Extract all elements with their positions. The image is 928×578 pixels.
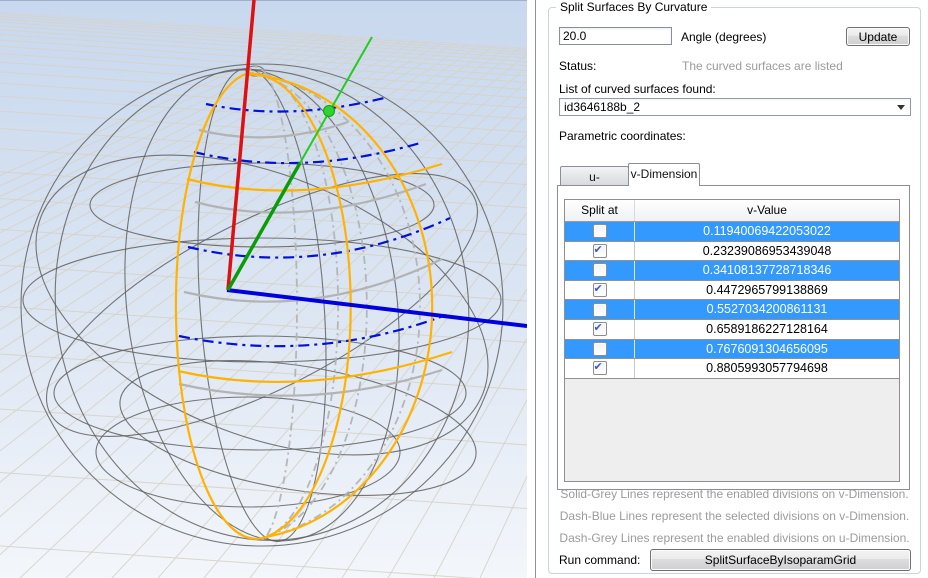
groupbox-title: Split Surfaces By Curvature — [556, 0, 711, 14]
v-value-cell: 0.7676091304656095 — [635, 340, 899, 359]
run-command-label: Run command: — [559, 553, 640, 567]
chevron-down-icon — [897, 105, 905, 110]
table-row[interactable]: 0.23239086953439048 — [565, 242, 899, 262]
table-row[interactable]: 0.4472965799138869 — [565, 281, 899, 301]
split-checkbox[interactable] — [593, 361, 607, 375]
split-checkbox[interactable] — [593, 224, 607, 238]
update-button[interactable]: Update — [846, 27, 910, 46]
run-command-button[interactable]: SplitSurfaceByIsoparamGrid — [650, 549, 911, 571]
viewport-3d[interactable] — [0, 0, 527, 578]
angle-input[interactable] — [559, 27, 672, 45]
split-checkbox[interactable] — [593, 244, 607, 258]
application-window: Split Surfaces By Curvature Angle (degre… — [0, 0, 928, 578]
division-point-marker[interactable] — [324, 106, 335, 117]
table-row[interactable]: 0.5527034200861131 — [565, 300, 899, 320]
v-value-cell: 0.8805993057794698 — [635, 359, 899, 378]
column-header-v-value[interactable]: v-Value — [635, 200, 899, 221]
table-row[interactable]: 0.8805993057794698 — [565, 359, 899, 379]
viewport-background — [0, 0, 527, 578]
status-label: Status: — [559, 59, 596, 73]
table-row[interactable]: 0.11940069422053022 — [565, 222, 899, 242]
split-checkbox[interactable] — [593, 322, 607, 336]
v-value-cell: 0.23239086953439048 — [635, 242, 899, 261]
tab-v-dimension[interactable]: v-Dimension — [628, 163, 700, 186]
split-checkbox[interactable] — [593, 303, 607, 317]
legend-note-dash-grey: Dash-Grey Lines represent the enabled di… — [549, 531, 920, 545]
legend-note-dash-blue: Dash-Blue Lines represent the selected d… — [549, 509, 920, 523]
surface-dropdown-value: id3646188b_2 — [564, 100, 640, 114]
status-value: The curved surfaces are listed — [682, 59, 843, 73]
split-checkbox[interactable] — [593, 283, 607, 297]
split-surfaces-panel: Split Surfaces By Curvature Angle (degre… — [536, 0, 928, 578]
table-row[interactable]: 0.6589186227128164 — [565, 320, 899, 340]
surface-dropdown[interactable]: id3646188b_2 — [559, 98, 911, 116]
curvature-groupbox: Split Surfaces By Curvature Angle (degre… — [548, 7, 921, 574]
v-value-cell: 0.11940069422053022 — [635, 222, 899, 241]
tab-page: Split at v-Value 0.11940069422053022 0.2… — [557, 185, 910, 490]
surfaces-list-label: List of curved surfaces found: — [559, 82, 716, 96]
parametric-label: Parametric coordinates: — [559, 129, 686, 143]
angle-label: Angle (degrees) — [681, 30, 766, 44]
v-value-cell: 0.4472965799138869 — [635, 281, 899, 300]
split-checkbox[interactable] — [593, 342, 607, 356]
table-row[interactable]: 0.34108137728718346 — [565, 261, 899, 281]
v-value-cell: 0.5527034200861131 — [635, 300, 899, 319]
table-header: Split at v-Value — [565, 200, 899, 222]
tab-u-dimension[interactable]: u-Dimension — [560, 166, 629, 185]
table-row[interactable]: 0.7676091304656095 — [565, 340, 899, 360]
v-value-cell: 0.6589186227128164 — [635, 320, 899, 339]
column-header-split-at[interactable]: Split at — [565, 200, 635, 221]
viewport-canvas[interactable] — [0, 0, 527, 578]
v-value-table: Split at v-Value 0.11940069422053022 0.2… — [564, 199, 900, 482]
v-value-cell: 0.34108137728718346 — [635, 261, 899, 280]
legend-note-solid-grey: Solid-Grey Lines represent the enabled d… — [549, 487, 920, 501]
viewport-panel-divider[interactable] — [527, 0, 536, 578]
split-checkbox[interactable] — [593, 263, 607, 277]
